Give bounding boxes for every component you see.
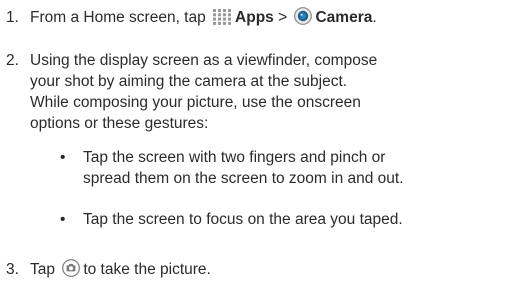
step-1-text-end: .	[372, 9, 377, 26]
step-2-text: Using the display screen as a viewfinder…	[30, 50, 511, 134]
bullet-line: Tap the screen with two fingers and pinc…	[83, 149, 386, 166]
menu-separator: >	[278, 9, 288, 26]
camera-label: Camera	[315, 9, 373, 26]
bullet-dot: •	[60, 149, 66, 166]
step-2-line: your shot by aiming the camera at the su…	[30, 73, 348, 90]
gesture-bullet-2-text: Tap the screen to focus on the area you …	[83, 209, 511, 230]
apps-grid-icon	[213, 9, 232, 31]
step-2-line: Using the display screen as a viewfinder…	[30, 52, 378, 69]
bullet-line: spread them on the screen to zoom in and…	[83, 170, 404, 187]
step-3-text: Tap to take the picture.	[30, 259, 511, 283]
camera-app-icon	[294, 7, 313, 31]
gesture-bullet-1-text: Tap the screen with two fingers and pinc…	[83, 147, 511, 189]
step-2-line: options or these gestures:	[30, 115, 209, 132]
shutter-button-icon	[62, 259, 81, 283]
step-2-line: While composing your picture, use the on…	[30, 94, 361, 111]
step-2-number: 2.	[6, 52, 19, 69]
bullet-dot: •	[60, 211, 66, 228]
bullet-line: Tap the screen to focus on the area you …	[83, 211, 403, 228]
apps-label: Apps	[235, 9, 274, 26]
step-1-number: 1.	[6, 9, 19, 26]
step-3-text-start: Tap	[30, 261, 55, 278]
step-1-text: From a Home screen, tap Apps > Camera.	[30, 7, 511, 31]
step-1-text-start: From a Home screen, tap	[30, 9, 206, 26]
step-3-number: 3.	[6, 261, 19, 278]
step-3-text-end: to take the picture.	[83, 261, 211, 278]
camera-instructions: 1. From a Home screen, tap Apps > Camera…	[0, 0, 517, 289]
